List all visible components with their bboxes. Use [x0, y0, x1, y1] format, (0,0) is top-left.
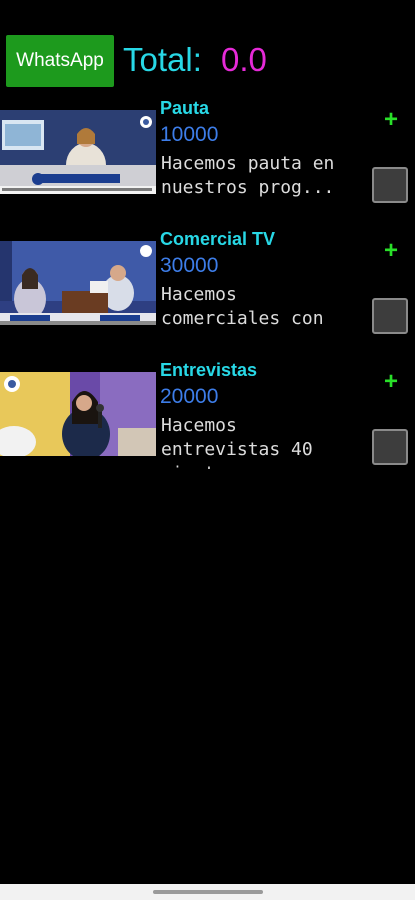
- item-description: Hacemos comerciales con prenos: [161, 284, 324, 338]
- item-price: 30000: [160, 254, 219, 277]
- list-item: Entrevistas 20000 Hacemos entrevistas 40…: [0, 359, 415, 477]
- item-description: Hacemos pauta en nuestros prog...: [161, 153, 335, 198]
- item-title: Entrevistas: [160, 360, 258, 380]
- total-value: 0.0: [221, 41, 267, 78]
- whatsapp-button[interactable]: WhatsApp: [6, 35, 114, 87]
- header-bar: WhatsApp Total: 0.0: [0, 0, 415, 100]
- item-price: 20000: [160, 385, 219, 408]
- plus-icon[interactable]: +: [381, 370, 401, 394]
- item-thumbnail[interactable]: [0, 372, 156, 456]
- plus-icon[interactable]: +: [381, 239, 401, 263]
- item-thumbnail[interactable]: [0, 110, 156, 194]
- home-gesture-handle[interactable]: [153, 890, 263, 894]
- item-checkbox[interactable]: [372, 298, 408, 334]
- system-nav-bar: [0, 884, 415, 900]
- list-item: Comercial TV 30000 Hacemos comerciales c…: [0, 228, 415, 346]
- studio-photo-comercial: [0, 241, 156, 325]
- item-checkbox[interactable]: [372, 167, 408, 203]
- item-thumbnail[interactable]: [0, 241, 156, 325]
- item-price: 10000: [160, 123, 219, 146]
- studio-photo-pauta: [0, 110, 156, 194]
- item-checkbox[interactable]: [372, 429, 408, 465]
- item-title: Comercial TV: [160, 229, 276, 249]
- studio-photo-entrevistas: [0, 372, 156, 456]
- item-title: Pauta: [160, 98, 210, 118]
- list-item: Pauta 10000 Hacemos pauta en nuestros pr…: [0, 97, 415, 215]
- item-description: Hacemos entrevistas 40 minutos: [161, 415, 313, 469]
- total-label: Total:: [123, 41, 202, 78]
- plus-icon[interactable]: +: [381, 108, 401, 132]
